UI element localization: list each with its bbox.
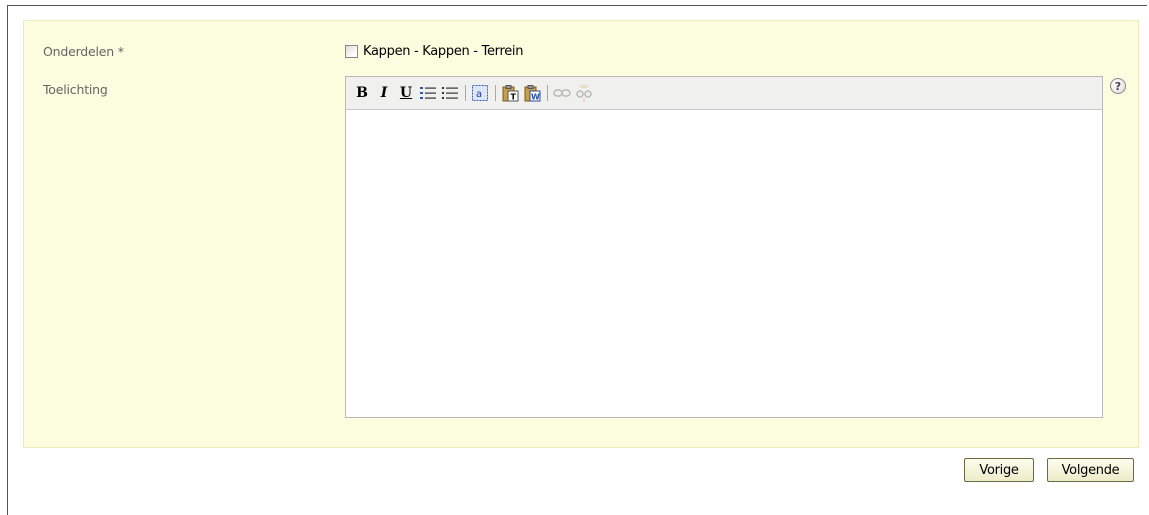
- svg-text:a: a: [476, 89, 482, 100]
- form-panel: Onderdelen * Kappen - Kappen - Terrein T…: [23, 20, 1139, 448]
- link-button[interactable]: [552, 83, 572, 103]
- kappen-checkbox-label[interactable]: Kappen - Kappen - Terrein: [363, 44, 523, 59]
- underline-icon: U: [399, 85, 413, 101]
- unlink-button[interactable]: [574, 83, 594, 103]
- bold-icon: B: [356, 85, 368, 101]
- ordered-list-button[interactable]: [418, 83, 438, 103]
- paste-word-icon: W: [524, 84, 540, 101]
- toelichting-text-area[interactable]: [346, 110, 1102, 417]
- svg-text:W: W: [531, 92, 540, 101]
- onderdelen-checkbox-row[interactable]: Kappen - Kappen - Terrein: [345, 42, 523, 60]
- unordered-list-button[interactable]: [440, 83, 460, 103]
- unordered-list-icon: [442, 87, 458, 99]
- toelichting-label: Toelichting: [43, 82, 108, 97]
- previous-button[interactable]: Vorige: [964, 458, 1034, 482]
- kappen-checkbox[interactable]: [345, 44, 358, 58]
- underline-button[interactable]: U: [396, 83, 416, 103]
- paste-text-button[interactable]: T: [500, 83, 520, 103]
- link-icon: [553, 89, 571, 97]
- italic-icon: I: [380, 85, 388, 101]
- paste-text-icon: T: [502, 84, 518, 101]
- toolbar-separator: [547, 85, 548, 101]
- editor-toolbar: B I U a T W: [346, 77, 1102, 110]
- next-button[interactable]: Volgende: [1047, 458, 1134, 482]
- select-all-button[interactable]: a: [470, 83, 490, 103]
- toelichting-editor: B I U a T W: [345, 76, 1103, 418]
- page-frame: Onderdelen * Kappen - Kappen - Terrein T…: [7, 5, 1147, 515]
- italic-button[interactable]: I: [374, 83, 394, 103]
- unlink-icon: [576, 84, 592, 102]
- bold-button[interactable]: B: [352, 83, 372, 103]
- svg-text:T: T: [510, 92, 516, 101]
- select-all-icon: a: [472, 85, 488, 101]
- toolbar-separator: [495, 85, 496, 101]
- ordered-list-icon: [420, 87, 436, 99]
- paste-word-button[interactable]: W: [522, 83, 542, 103]
- help-icon[interactable]: ?: [1110, 78, 1126, 94]
- onderdelen-label: Onderdelen *: [43, 44, 124, 59]
- toolbar-separator: [465, 85, 466, 101]
